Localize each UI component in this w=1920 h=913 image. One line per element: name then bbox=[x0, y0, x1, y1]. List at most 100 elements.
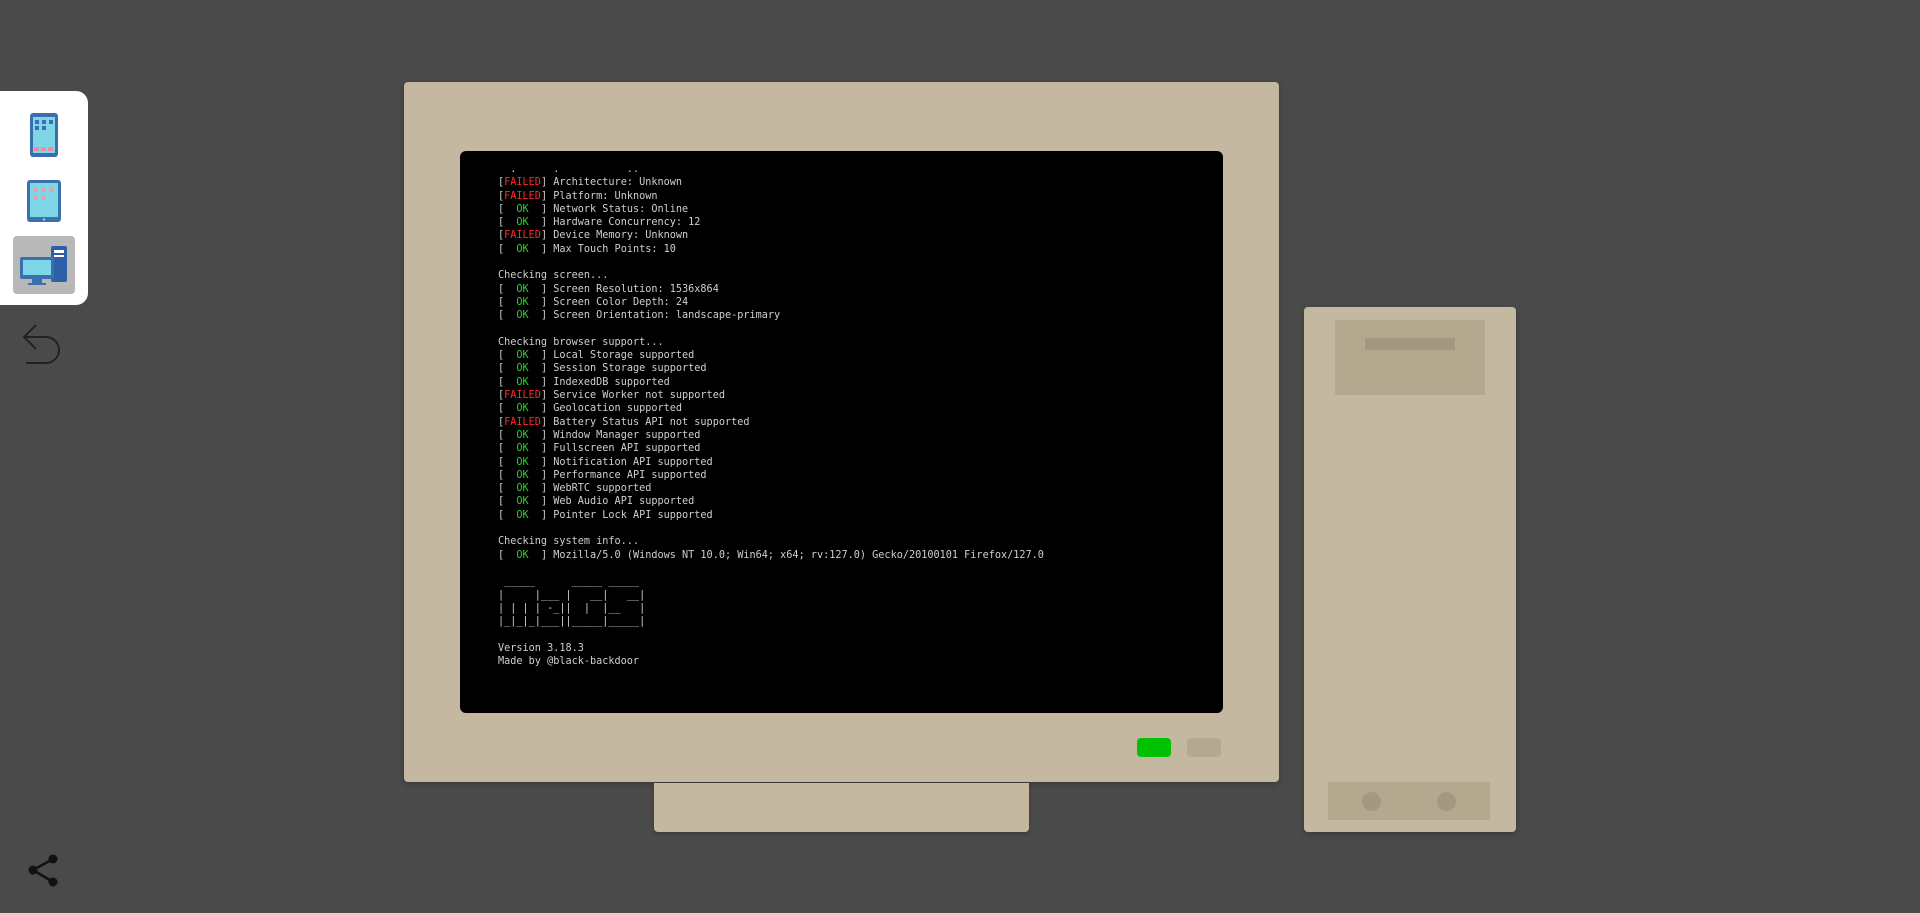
reset-button[interactable] bbox=[1437, 792, 1456, 811]
terminal-text: . . .. bbox=[498, 164, 640, 175]
tablet-device-button[interactable] bbox=[13, 172, 75, 230]
terminal-text: Made by @black-backdoor bbox=[498, 655, 640, 667]
terminal-text: | | | | -_|| | |__ | bbox=[498, 602, 646, 614]
terminal-text: Max Touch Points: 10 bbox=[547, 243, 676, 255]
terminal-line: [ OK ] Screen Orientation: landscape-pri… bbox=[498, 310, 781, 322]
terminal-text: Service Worker not supported bbox=[547, 390, 725, 402]
terminal-line: . . .. bbox=[498, 163, 1213, 176]
computer-tower bbox=[1304, 307, 1516, 832]
terminal-line: [FAILED] Service Worker not supported bbox=[498, 390, 725, 402]
terminal-line: [FAILED] Device Memory: Unknown bbox=[498, 230, 689, 242]
terminal-text: _____ _____ _____ bbox=[498, 576, 640, 588]
status-ok: OK bbox=[516, 496, 529, 508]
status-ok: OK bbox=[516, 456, 529, 468]
status-ok: OK bbox=[516, 296, 529, 308]
terminal-line: [ OK ] Web Audio API supported bbox=[498, 496, 695, 508]
terminal-line: [ OK ] Fullscreen API supported bbox=[498, 443, 701, 455]
terminal-text: Window Manager supported bbox=[547, 429, 701, 441]
terminal-text: | |___ | __| __| bbox=[498, 589, 646, 601]
terminal-text: Platform: Unknown bbox=[547, 190, 658, 202]
terminal-text: |_|_|_|___||_____|_____| bbox=[498, 616, 646, 628]
status-ok: OK bbox=[516, 310, 529, 322]
terminal-text: WebRTC supported bbox=[547, 483, 652, 495]
status-ok: OK bbox=[516, 483, 529, 495]
terminal-line: Checking screen... bbox=[498, 269, 1213, 282]
terminal-text: Geolocation supported bbox=[547, 403, 683, 415]
terminal-text: Screen Color Depth: 24 bbox=[547, 296, 689, 308]
terminal-text: Pointer Lock API supported bbox=[547, 509, 713, 521]
terminal-line: [ OK ] Performance API supported bbox=[498, 469, 707, 481]
status-ok: OK bbox=[516, 283, 529, 295]
terminal-line: [ OK ] Network Status: Online bbox=[498, 203, 689, 215]
disk-slot[interactable] bbox=[1365, 338, 1455, 350]
terminal-text: Checking browser support... bbox=[498, 336, 664, 348]
terminal-line: _____ _____ _____ bbox=[498, 575, 1213, 588]
status-failed: FAILED bbox=[504, 390, 541, 402]
crt-monitor: . . .. [FAILED] Architecture: Unknown [FAI… bbox=[404, 82, 1279, 782]
terminal-line: [FAILED] Architecture: Unknown bbox=[498, 177, 683, 189]
terminal-line: [ OK ] Screen Resolution: 1536x864 bbox=[498, 283, 719, 295]
terminal-text: Hardware Concurrency: 12 bbox=[547, 217, 701, 229]
terminal-line: | | | | -_|| | |__ | bbox=[498, 602, 1213, 615]
terminal-line: [ OK ] Pointer Lock API supported bbox=[498, 509, 713, 521]
power-button[interactable] bbox=[1362, 792, 1381, 811]
share-button[interactable] bbox=[26, 853, 62, 889]
terminal-text: Performance API supported bbox=[547, 469, 707, 481]
terminal-line: [ OK ] Screen Color Depth: 24 bbox=[498, 296, 689, 308]
phone-device-button[interactable] bbox=[13, 106, 75, 164]
desktop-device-button[interactable] bbox=[13, 236, 75, 294]
terminal-line: [ OK ] Notification API supported bbox=[498, 456, 713, 468]
terminal-text: Fullscreen API supported bbox=[547, 443, 701, 455]
terminal-text: Checking screen... bbox=[498, 270, 609, 282]
terminal-text: Local Storage supported bbox=[547, 350, 695, 362]
drive-bay bbox=[1335, 320, 1485, 395]
secondary-led[interactable] bbox=[1187, 738, 1221, 757]
terminal-text: Session Storage supported bbox=[547, 363, 707, 375]
status-failed: FAILED bbox=[504, 230, 541, 242]
terminal-text: Network Status: Online bbox=[547, 203, 689, 215]
terminal-line: |_|_|_|___||_____|_____| bbox=[498, 615, 1213, 628]
status-ok: OK bbox=[516, 469, 529, 481]
terminal-line: [ OK ] Mozilla/5.0 (Windows NT 10.0; Win… bbox=[498, 549, 1044, 561]
status-ok: OK bbox=[516, 203, 529, 215]
back-button[interactable] bbox=[18, 322, 64, 370]
terminal-line: [ OK ] Window Manager supported bbox=[498, 429, 701, 441]
tablet-icon bbox=[27, 180, 61, 222]
terminal-line: Checking browser support... bbox=[498, 336, 1213, 349]
status-ok: OK bbox=[516, 429, 529, 441]
terminal-text: Web Audio API supported bbox=[547, 496, 695, 508]
undo-arrow-icon bbox=[22, 324, 60, 364]
terminal-line: [ OK ] Hardware Concurrency: 12 bbox=[498, 217, 701, 229]
terminal-text: Mozilla/5.0 (Windows NT 10.0; Win64; x64… bbox=[547, 549, 1044, 561]
status-ok: OK bbox=[516, 243, 529, 255]
status-ok: OK bbox=[516, 403, 529, 415]
status-ok: OK bbox=[516, 363, 529, 375]
monitor-stand bbox=[654, 783, 1029, 832]
terminal-line: Version 3.18.3 bbox=[498, 642, 1213, 655]
status-ok: OK bbox=[516, 376, 529, 388]
status-failed: FAILED bbox=[504, 190, 541, 202]
terminal-line: [ OK ] Max Touch Points: 10 bbox=[498, 243, 676, 255]
share-icon bbox=[28, 854, 58, 887]
terminal-text: Screen Resolution: 1536x864 bbox=[547, 283, 719, 295]
status-ok: OK bbox=[516, 350, 529, 362]
terminal-line: Made by @black-backdoor bbox=[498, 655, 1213, 668]
terminal-line: [ OK ] Local Storage supported bbox=[498, 350, 695, 362]
terminal-text: Checking system info... bbox=[498, 536, 640, 548]
desktop-icon bbox=[20, 246, 67, 285]
terminal-output: . . .. [FAILED] Architecture: Unknown [FAI… bbox=[498, 163, 1213, 703]
terminal-text: Version 3.18.3 bbox=[498, 642, 584, 654]
terminal-line: [ OK ] IndexedDB supported bbox=[498, 376, 670, 388]
terminal-line: [ OK ] WebRTC supported bbox=[498, 483, 652, 495]
terminal-line: | |___ | __| __| bbox=[498, 589, 1213, 602]
status-failed: FAILED bbox=[504, 177, 541, 189]
power-led[interactable] bbox=[1137, 738, 1171, 757]
terminal-text: IndexedDB supported bbox=[547, 376, 670, 388]
terminal-text: Device Memory: Unknown bbox=[547, 230, 689, 242]
status-ok: OK bbox=[516, 217, 529, 229]
status-ok: OK bbox=[516, 443, 529, 455]
monitor-screen[interactable]: . . .. [FAILED] Architecture: Unknown [FAI… bbox=[460, 151, 1223, 713]
